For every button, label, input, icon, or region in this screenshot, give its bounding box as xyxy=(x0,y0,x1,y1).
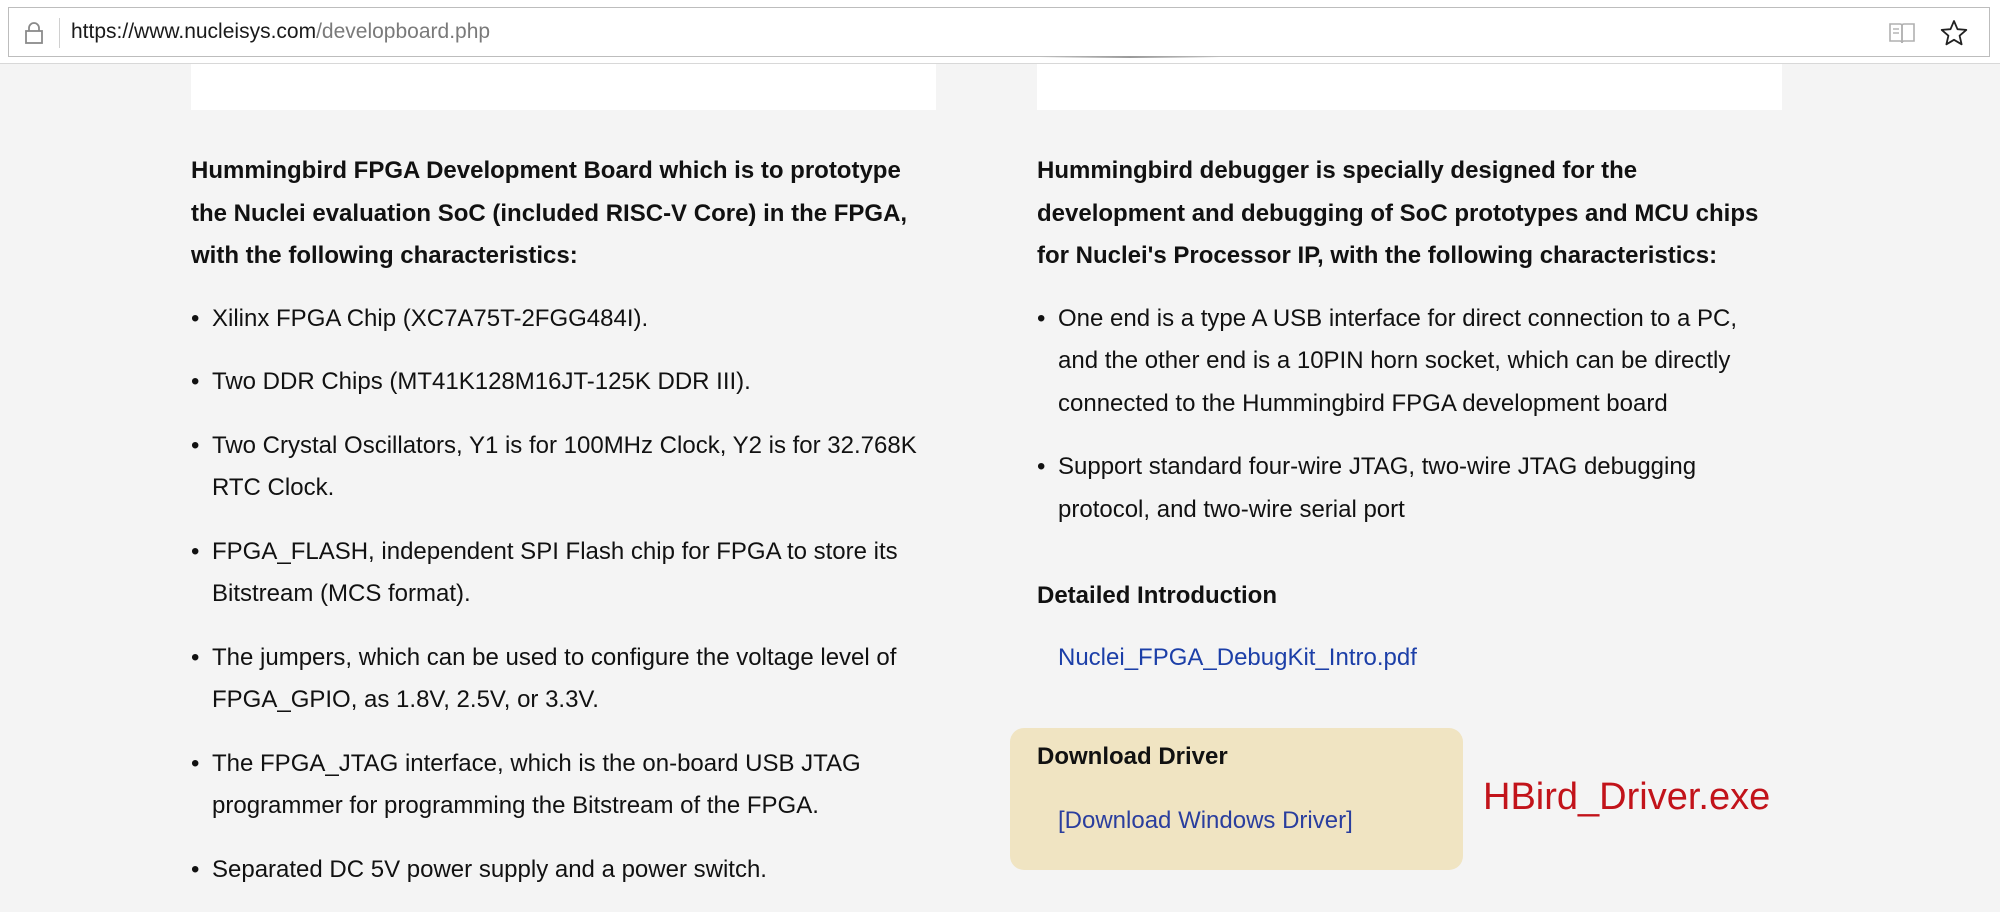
download-driver-heading: Download Driver xyxy=(1037,743,1228,770)
bullet: • xyxy=(191,855,200,883)
reading-view-icon[interactable] xyxy=(1887,20,1917,46)
list-item: • One end is a type A USB interface for d… xyxy=(1037,298,1782,426)
url-path: /developboard.php xyxy=(316,20,491,43)
page-load-indicator xyxy=(1040,56,1220,58)
bullet: • xyxy=(191,304,200,332)
bullet: • xyxy=(191,643,200,671)
feature-text: One end is a type A USB interface for di… xyxy=(1058,304,1738,417)
feature-text: Xilinx FPGA Chip (XC7A75T-2FGG484I). xyxy=(212,304,649,332)
feature-text: Two Crystal Oscillators, Y1 is for 100MH… xyxy=(212,431,917,502)
bullet: • xyxy=(191,431,200,459)
list-item: • Two DDR Chips (MT41K128M16JT-125K DDR I… xyxy=(191,361,936,404)
fpga-board-intro: Hummingbird FPGA Development Board which… xyxy=(191,157,908,269)
bullet: • xyxy=(1037,304,1046,332)
feature-text: The FPGA_JTAG interface, which is the on… xyxy=(212,749,861,820)
list-item: • Support standard four-wire JTAG, two-wi… xyxy=(1037,446,1782,531)
feature-text: Separated DC 5V power supply and a power… xyxy=(212,855,767,883)
download-driver-box: Download Driver [Download Windows Driver… xyxy=(1010,728,1463,870)
feature-text: Two DDR Chips (MT41K128M16JT-125K DDR II… xyxy=(212,368,751,395)
feature-text: The jumpers, which can be used to config… xyxy=(212,643,897,714)
driver-filename-annotation: HBird_Driver.exe xyxy=(1483,776,1771,818)
url-host: https://www.nucleisys.com xyxy=(71,20,317,43)
right-image-bottom xyxy=(1037,64,1782,110)
favorite-star-icon[interactable] xyxy=(1939,18,1969,48)
list-item: • Separated DC 5V power supply and a powe… xyxy=(191,849,936,892)
list-item: • Two Crystal Oscillators, Y1 is for 100M… xyxy=(191,425,936,510)
debugger-intro: Hummingbird debugger is specially design… xyxy=(1037,157,1759,269)
debugger-section: Hummingbird debugger is specially design… xyxy=(1037,150,1782,679)
address-separator xyxy=(59,18,60,48)
intro-pdf-link[interactable]: Nuclei_FPGA_DebugKit_Intro.pdf xyxy=(1058,637,1417,679)
lock-icon xyxy=(25,22,43,44)
left-image-bottom xyxy=(191,64,936,110)
list-item: • FPGA_FLASH, independent SPI Flash chip … xyxy=(191,531,936,616)
list-item: • The FPGA_JTAG interface, which is the o… xyxy=(191,743,936,828)
bullet: • xyxy=(1037,453,1046,480)
url-text[interactable]: https://www.nucleisys.com/developboard.p… xyxy=(71,18,490,46)
list-item: • The jumpers, which can be used to confi… xyxy=(191,637,936,722)
debugger-features: • One end is a type A USB interface for d… xyxy=(1037,298,1782,532)
address-bar[interactable]: https://www.nucleisys.com/developboard.p… xyxy=(8,7,1990,57)
detailed-introduction-heading: Detailed Introduction xyxy=(1037,582,1277,609)
bullet: • xyxy=(191,368,200,395)
download-windows-driver-link[interactable]: [Download Windows Driver] xyxy=(1058,804,1353,838)
feature-text: Support standard four-wire JTAG, two-wir… xyxy=(1058,453,1697,523)
bullet: • xyxy=(191,537,200,565)
list-item: • Xilinx FPGA Chip (XC7A75T-2FGG484I). xyxy=(191,298,936,341)
feature-text: FPGA_FLASH, independent SPI Flash chip f… xyxy=(212,537,898,608)
fpga-board-features: • Xilinx FPGA Chip (XC7A75T-2FGG484I). • T… xyxy=(191,298,936,892)
bullet: • xyxy=(191,749,200,777)
fpga-board-section: Hummingbird FPGA Development Board which… xyxy=(191,150,936,912)
browser-toolbar: https://www.nucleisys.com/developboard.p… xyxy=(0,0,2000,64)
